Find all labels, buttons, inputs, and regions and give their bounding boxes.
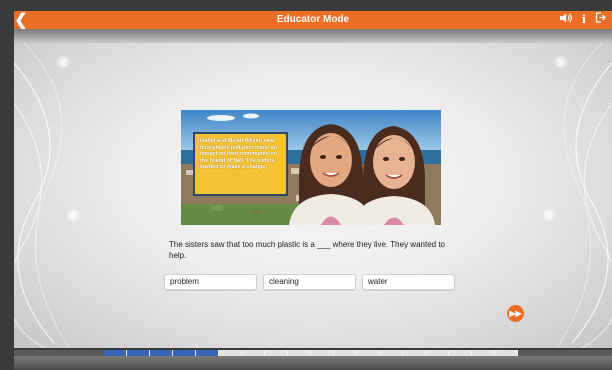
decorative-swirl-right	[556, 43, 612, 348]
answer-option-water[interactable]: water	[362, 274, 455, 290]
sparkle	[66, 208, 80, 222]
question-text: The sisters saw that too much plastic is…	[169, 240, 445, 260]
sparkle	[56, 55, 70, 69]
story-illustration: Isabel and Melati Wijsen saw how plastic…	[181, 110, 441, 225]
next-button[interactable]: ▶▶	[507, 305, 524, 322]
header-shadow	[14, 29, 612, 43]
sparkle	[554, 55, 568, 69]
answer-options: problem cleaning water	[164, 274, 455, 290]
story-caption: Isabel and Melati Wijsen saw how plastic…	[193, 132, 288, 196]
activity-stage: Isabel and Melati Wijsen saw how plastic…	[14, 43, 612, 348]
bottom-strip	[14, 356, 612, 370]
answer-option-cleaning[interactable]: cleaning	[263, 274, 356, 290]
decorative-swirl-left	[14, 43, 70, 348]
top-icons: i	[559, 12, 606, 28]
page-title: Educator Mode	[276, 14, 350, 25]
exit-icon[interactable]	[595, 12, 606, 28]
info-icon[interactable]: i	[582, 12, 586, 28]
sparkle	[542, 208, 556, 222]
speaker-icon[interactable]	[559, 12, 573, 28]
answer-option-problem[interactable]: problem	[164, 274, 257, 290]
top-bar: ❮ Educator Mode i	[14, 11, 612, 29]
fast-forward-icon: ▶▶	[509, 309, 522, 318]
